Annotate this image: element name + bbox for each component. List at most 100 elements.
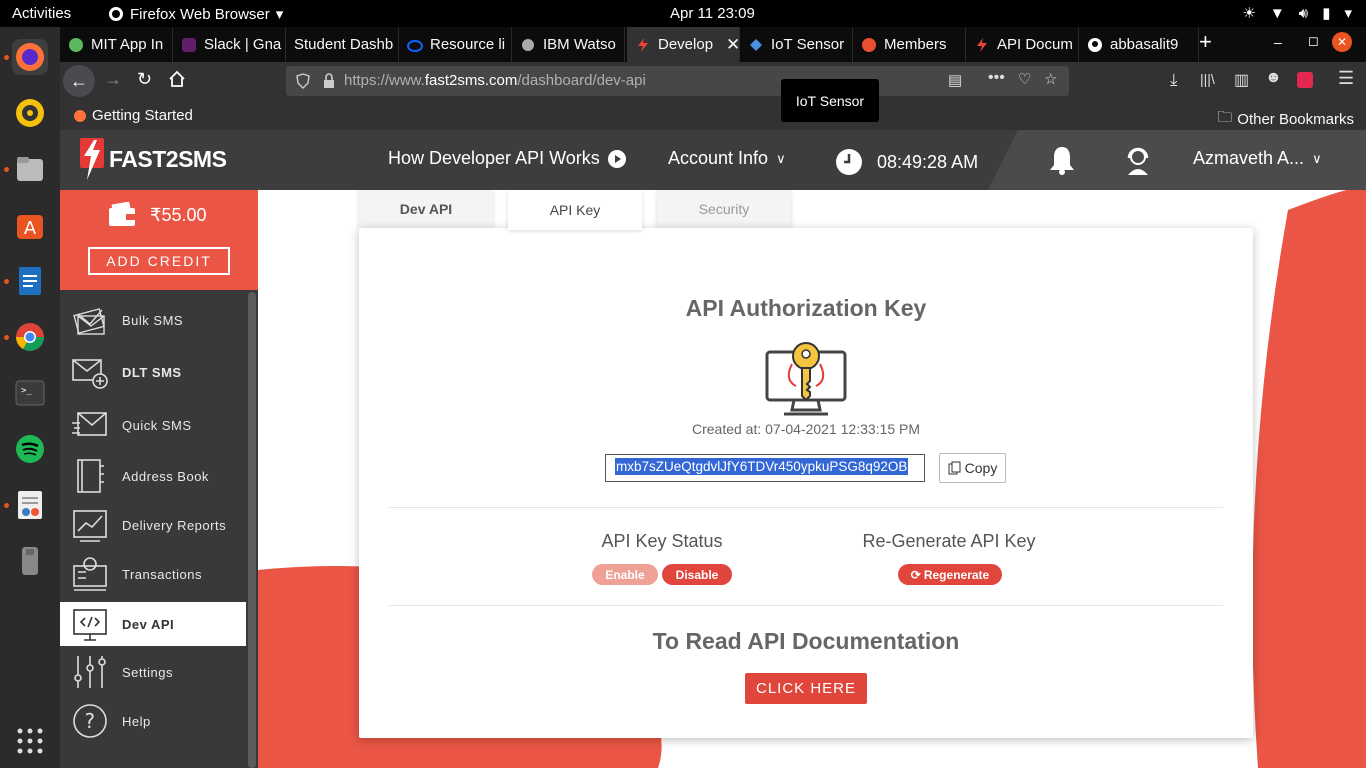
support-button[interactable] (1124, 145, 1152, 175)
minimize-window-icon[interactable]: – (1274, 34, 1282, 50)
tab-iot-sensor[interactable]: IoT Sensor (740, 27, 853, 62)
usb-drive-icon[interactable] (12, 543, 48, 579)
how-it-works-label: How Developer API Works (388, 148, 600, 168)
sidebar-item-dev-api[interactable]: Dev API (60, 602, 246, 646)
user-menu[interactable]: Azmaveth A... ∨ (1193, 148, 1322, 169)
tab-label: MIT App In (91, 36, 164, 53)
bookmark-star-icon[interactable]: ☆ (1044, 70, 1057, 88)
sidebar-item-delivery-reports[interactable]: Delivery Reports (60, 503, 246, 547)
slack-icon (182, 37, 196, 52)
sidebar-item-address-book[interactable]: Address Book (60, 454, 246, 498)
terminal-icon[interactable]: >_ (12, 375, 48, 411)
show-applications-icon[interactable] (12, 723, 48, 759)
maximize-window-icon[interactable]: ◻ (1308, 33, 1319, 49)
regenerate-label: Regenerate (923, 567, 990, 582)
transactions-icon (73, 557, 107, 591)
fast2sms-icon (638, 37, 648, 52)
site-logo-text: FAST2SMS (109, 145, 227, 172)
sidebar-item-label: Quick SMS (122, 417, 192, 433)
wallet-icon (109, 202, 135, 226)
chrome-icon[interactable] (12, 319, 48, 355)
tab-developer-api[interactable]: Develop ✕ (627, 27, 740, 62)
sidebar-item-bulk-sms[interactable]: Bulk SMS (60, 298, 246, 342)
fast2sms-icon (977, 37, 987, 52)
system-tray[interactable]: ☀ ▼ 🔊︎ ▮ ▾ (1242, 4, 1352, 23)
document-viewer-icon[interactable] (12, 487, 48, 523)
sidebar-item-settings[interactable]: Settings (60, 650, 246, 694)
activities-button[interactable]: Activities (12, 5, 71, 22)
url-bar[interactable]: https://www.fast2sms.com/dashboard/dev-a… (286, 66, 1069, 96)
tab-ibm-watson[interactable]: IBM Watso (512, 27, 625, 62)
library-icon[interactable]: |||\ (1200, 71, 1215, 87)
software-center-icon[interactable]: A (12, 207, 48, 243)
api-key-title: API Authorization Key (685, 295, 927, 321)
sidebar-item-quick-sms[interactable]: Quick SMS (60, 403, 246, 447)
reader-view-icon[interactable]: ▤ (948, 71, 962, 89)
system-clock[interactable]: Apr 11 23:09 (670, 5, 755, 22)
page-actions-icon[interactable]: ••• (988, 69, 1005, 87)
chevron-down-icon: ▾ (275, 6, 284, 23)
delivery-reports-icon (73, 510, 107, 542)
sidebar-item-help[interactable]: ? Help (60, 699, 246, 743)
account-info-label: Account Info (668, 148, 769, 168)
home-button[interactable] (168, 70, 186, 88)
add-credit-button[interactable]: ADD CREDIT (88, 247, 230, 275)
app-menu-label: Firefox Web Browser (130, 5, 270, 23)
bookmark-other[interactable]: 🗀︎ Other Bookmarks (1217, 107, 1354, 132)
regenerate-button[interactable]: ⟳ Regenerate (898, 564, 1002, 585)
files-icon[interactable] (12, 151, 48, 187)
address-book-icon (77, 459, 104, 493)
bookmark-label: Other Bookmarks (1237, 111, 1354, 128)
tab-resource-list[interactable]: Resource li (399, 27, 512, 62)
sidebar-toggle-icon[interactable]: ▥ (1234, 70, 1249, 90)
back-button[interactable]: ← (63, 65, 95, 97)
click-here-button[interactable]: CLICK HERE (745, 673, 867, 704)
tab-github[interactable]: abbasalit9 (1079, 27, 1199, 62)
firefox-dock-icon[interactable] (12, 39, 48, 75)
tab-slack[interactable]: Slack | Gna (173, 27, 286, 62)
sidebar-item-dlt-sms[interactable]: DLT SMS (60, 350, 246, 394)
how-it-works-link[interactable]: How Developer API Works (388, 148, 626, 169)
new-tab-icon[interactable]: + (1199, 29, 1223, 59)
app-menu[interactable]: Firefox Web Browser ▾ (108, 5, 283, 23)
rhythmbox-icon[interactable] (12, 95, 48, 131)
svg-text:?: ? (84, 709, 95, 733)
site-header: FAST2SMS How Developer API Works Account… (60, 130, 1366, 190)
status-title: API Key Status (601, 531, 723, 551)
tab-student-dashboard[interactable]: Student Dashb (286, 27, 399, 62)
close-window-icon[interactable]: ✕ (1332, 32, 1352, 52)
tab-members[interactable]: Members (853, 27, 966, 62)
settings-icon (74, 656, 106, 688)
reload-button[interactable]: ↻ (137, 69, 152, 90)
account-icon[interactable]: ☻ (1265, 69, 1282, 87)
tab-mit-app-inventor[interactable]: MIT App In (60, 27, 173, 62)
api-key-value: mxb7sZUeQtgdvlJfY6TDVr450ypkuPSG8q92OB (615, 458, 909, 475)
downloads-icon[interactable]: ⤓ (1170, 70, 1178, 90)
copy-button[interactable]: Copy (939, 453, 1006, 483)
sidebar-scrollbar[interactable] (248, 292, 256, 768)
pocket-icon[interactable]: ♡ (1018, 70, 1031, 88)
tab-api-documentation[interactable]: API Docum (966, 27, 1079, 62)
hamburger-menu-icon[interactable]: ☰ (1338, 68, 1354, 89)
docs-title: To Read API Documentation (652, 628, 960, 654)
tab-security[interactable]: Security (657, 190, 791, 228)
account-info-menu[interactable]: Account Info ∨ (668, 148, 786, 169)
copy-label: Copy (964, 460, 998, 476)
close-tab-icon[interactable]: ✕ (726, 35, 739, 55)
extension-icon[interactable] (1297, 72, 1313, 88)
forward-button[interactable]: → (104, 69, 122, 90)
wallet-panel: ₹55.00 ADD CREDIT (60, 190, 258, 290)
enable-button[interactable]: Enable (592, 564, 658, 585)
site-logo[interactable]: FAST2SMS (78, 136, 227, 182)
writer-icon[interactable] (12, 263, 48, 299)
tab-api-key[interactable]: API Key (508, 190, 642, 230)
firefox-icon (74, 109, 86, 122)
sidebar-item-transactions[interactable]: Transactions (60, 552, 246, 596)
disable-button[interactable]: Disable (662, 564, 732, 585)
spotify-icon[interactable] (12, 431, 48, 467)
notifications-button[interactable] (1048, 145, 1076, 175)
bookmark-getting-started[interactable]: Getting Started (73, 107, 193, 124)
tab-dev-api[interactable]: Dev API (359, 190, 493, 228)
api-key-field[interactable]: mxb7sZUeQtgdvlJfY6TDVr450ypkuPSG8q92OB (605, 454, 925, 482)
tab-label: Members (884, 36, 947, 53)
